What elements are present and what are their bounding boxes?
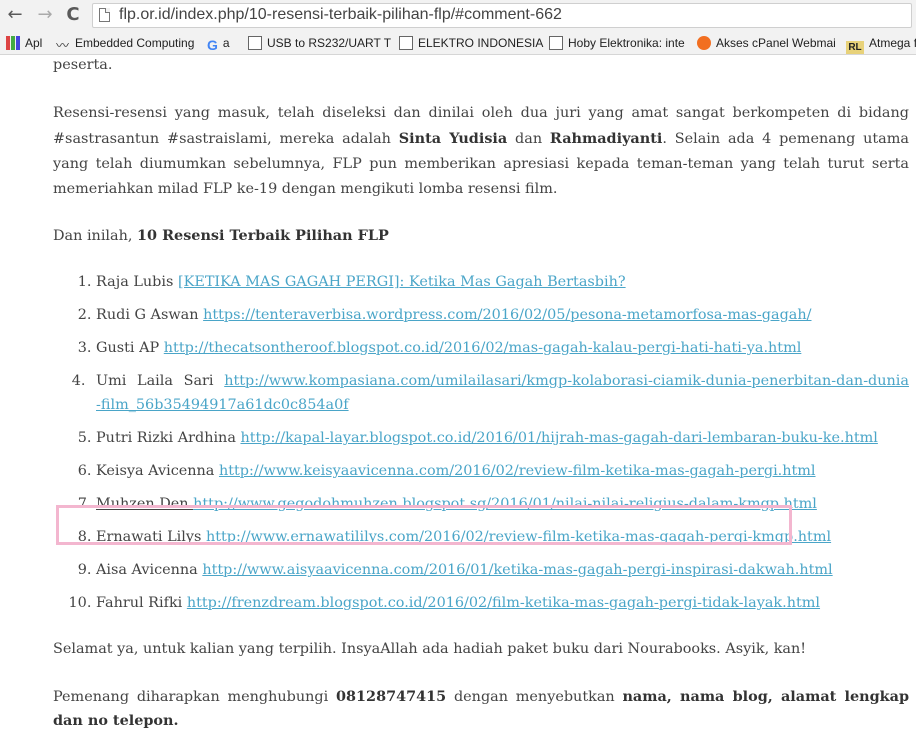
review-link[interactable]: http://www.gegodohmuhzen.blogspot.sg/201… [193, 496, 817, 512]
back-arrow-icon[interactable]: ← [4, 4, 26, 26]
address-url[interactable]: flp.or.id/index.php/10-resensi-terbaik-p… [119, 6, 562, 24]
bookmark-embedded-computing[interactable]: 〰 Embedded Computing [56, 35, 194, 53]
closing-text: Selamat ya, untuk kalian yang terpilih. … [53, 641, 807, 657]
paragraph-juri: Resensi-resensi yang masuk, telah disele… [53, 105, 909, 197]
reload-icon[interactable]: C [62, 4, 84, 26]
review-link[interactable]: http://thecatsontheroof.blogspot.co.id/2… [164, 340, 802, 356]
bookmark-usb-rs232[interactable]: USB to RS232/UART T [248, 35, 391, 52]
review-link[interactable]: http://www.keisyaavicenna.com/2016/02/re… [219, 463, 816, 479]
address-bar[interactable]: flp.or.id/index.php/10-resensi-terbaik-p… [92, 3, 912, 28]
review-link[interactable]: http://www.ernawatililys.com/2016/02/rev… [206, 529, 831, 545]
list-item: Ernawati Lilys http://www.ernawatililys.… [96, 525, 909, 549]
list-item: Gusti AP http://thecatsontheroof.blogspo… [96, 336, 909, 360]
intro-text: Dan inilah, 10 Resensi Terbaik Pilihan F… [53, 227, 389, 244]
list-item: Muhzen Den http://www.gegodohmuhzen.blog… [96, 492, 909, 516]
apps-grid-icon [6, 36, 20, 50]
forward-arrow-icon[interactable]: → [34, 4, 56, 26]
bookmark-google[interactable]: Ga [207, 35, 230, 52]
list-item: Putri Rizki Ardhina http://kapal-layar.b… [96, 426, 909, 450]
cpanel-icon [697, 36, 711, 50]
page-icon [248, 36, 262, 50]
list-item: Umi Laila Sari http://www.kompasiana.com… [96, 369, 909, 417]
bookmark-elektro-indonesia[interactable]: ELEKTRO INDONESIA [399, 35, 543, 52]
review-link[interactable]: http://www.aisyaavicenna.com/2016/01/ket… [202, 562, 832, 578]
list-item: Keisya Avicenna http://www.keisyaavicenn… [96, 459, 909, 483]
winners-list: Raja Lubis [KETIKA MAS GAGAH PERGI]: Ket… [53, 270, 909, 615]
bookmark-hoby-elektronika[interactable]: Hoby Elektronika: inte [549, 35, 685, 52]
list-item: Fahrul Rifki http://frenzdream.blogspot.… [96, 591, 909, 615]
review-link[interactable]: https://tenteraverbisa.wordpress.com/201… [203, 307, 811, 323]
bookmark-atmega[interactable]: RL Atmega f [846, 35, 916, 54]
bookmarks-bar: Apl 〰 Embedded Computing Ga USB to RS232/… [0, 32, 916, 55]
list-item: Raja Lubis [KETIKA MAS GAGAH PERGI]: Ket… [96, 270, 909, 294]
top-text: peserta. [53, 57, 113, 73]
contact-text: Pemenang diharapkan menghubungi 08128747… [53, 688, 910, 729]
wave-icon: 〰 [56, 38, 70, 53]
review-link[interactable]: [KETIKA MAS GAGAH PERGI]: Ketika Mas Gag… [178, 274, 626, 290]
list-item: Aisa Avicenna http://www.aisyaavicenna.c… [96, 558, 909, 582]
list-item: Rudi G Aswan https://tenteraverbisa.word… [96, 303, 909, 327]
review-link[interactable]: http://frenzdream.blogspot.co.id/2016/02… [187, 595, 820, 611]
bookmark-apps[interactable]: Apl [6, 35, 42, 52]
page-icon [549, 36, 563, 50]
browser-toolbar: ← → C flp.or.id/index.php/10-resensi-ter… [0, 0, 916, 32]
article-content: peserta. Resensi-resensi yang masuk, tel… [53, 55, 909, 733]
bookmark-cpanel[interactable]: Akses cPanel Webmai [697, 35, 836, 52]
review-link[interactable]: http://kapal-layar.blogspot.co.id/2016/0… [240, 430, 877, 446]
google-icon: G [207, 37, 218, 53]
page-icon [399, 36, 413, 50]
page-icon [99, 8, 110, 22]
